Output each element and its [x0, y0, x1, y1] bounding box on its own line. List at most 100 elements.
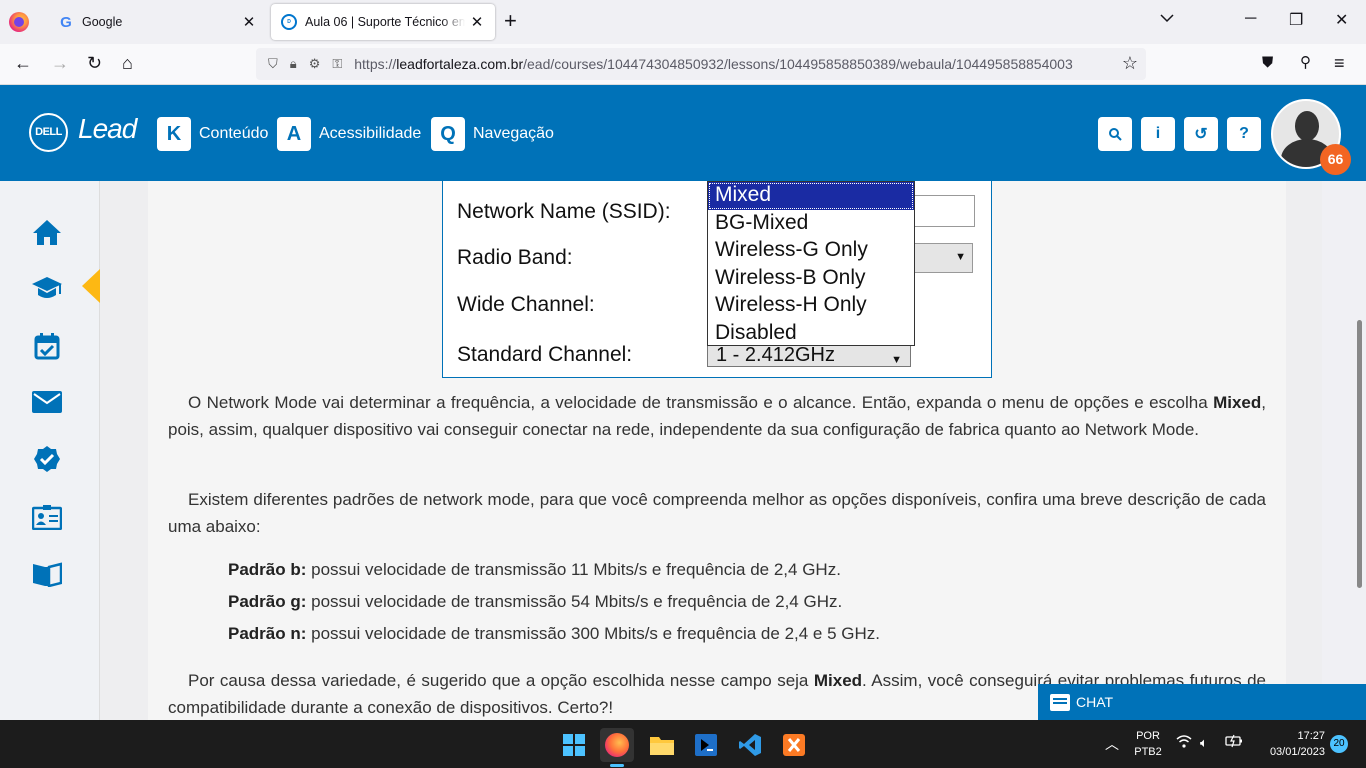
- forward-icon[interactable]: →: [51, 52, 69, 74]
- google-favicon-icon: G: [60, 13, 72, 31]
- calendar-check-icon[interactable]: [31, 330, 63, 362]
- browser-navbar: ← → ↻ ⌂ ⛉ 🔒︎ ⚙ ⚿ https://leadfortaleza.c…: [0, 44, 1366, 85]
- info-icon: i: [1155, 125, 1161, 142]
- dropdown-option: BG-Mixed: [715, 210, 809, 234]
- network-mode-dropdown: Mixed BG-Mixed Wireless-G Only Wireless-…: [707, 181, 915, 346]
- id-card-icon[interactable]: [31, 501, 63, 533]
- url-bar[interactable]: ⛉ 🔒︎ ⚙ ⚿ https://leadfortaleza.com.br/ea…: [256, 48, 1146, 80]
- undo-icon: ↺: [1194, 126, 1208, 143]
- dell-favicon-icon: D: [281, 14, 297, 30]
- notification-badge: 66: [1320, 144, 1351, 175]
- volume-icon[interactable]: 🔈︎: [1200, 735, 1208, 751]
- graduation-cap-icon[interactable]: [31, 272, 63, 304]
- list-item: Padrão n: possui velocidade de transmiss…: [228, 624, 880, 643]
- menu-label: Acessibilidade: [319, 125, 422, 142]
- ssid-input: [913, 195, 975, 227]
- page-scrollbar[interactable]: [1357, 320, 1362, 588]
- shield-icon[interactable]: ⛉: [268, 56, 278, 72]
- clock-time[interactable]: 17:27: [1255, 730, 1325, 742]
- extensions-icon[interactable]: ⚲: [1300, 52, 1311, 74]
- dropdown-option: Disabled: [715, 320, 797, 344]
- dell-logo[interactable]: DELL: [29, 113, 68, 152]
- dropdown-option: Mixed: [708, 182, 914, 210]
- xampp-icon[interactable]: [777, 728, 811, 762]
- menu-navegacao[interactable]: Q Navegação: [431, 117, 554, 151]
- pocket-icon[interactable]: ⛊: [1262, 52, 1273, 74]
- browser-tabstrip: G Google ✕ D Aula 06 | Suporte Técnico e…: [0, 0, 1366, 44]
- reload-icon[interactable]: ↻: [87, 52, 102, 74]
- back-icon[interactable]: ←: [14, 52, 32, 74]
- menu-label: Navegação: [473, 125, 554, 142]
- close-window-icon[interactable]: ✕: [1335, 10, 1348, 30]
- vscode-icon[interactable]: [733, 728, 767, 762]
- lead-logo[interactable]: Lead: [78, 113, 137, 145]
- chat-label: CHAT: [1076, 694, 1114, 710]
- shortcut-key: A: [277, 117, 311, 151]
- minimize-icon[interactable]: ─: [1245, 10, 1256, 28]
- radio-band-select: [909, 243, 973, 273]
- bookmark-star-icon[interactable]: ☆: [1122, 53, 1138, 74]
- help-icon: ?: [1239, 125, 1249, 142]
- tab-title: Aula 06 | Suporte Técnico em Te: [305, 15, 465, 29]
- dropdown-option: Wireless-B Only: [715, 265, 866, 289]
- search-icon: [1109, 128, 1122, 141]
- tab-title: Google: [82, 15, 123, 29]
- help-button[interactable]: ?: [1227, 117, 1261, 151]
- file-explorer-icon[interactable]: [645, 728, 679, 762]
- firefox-menu-icon[interactable]: [9, 12, 29, 32]
- list-all-tabs-icon[interactable]: [1160, 10, 1174, 28]
- app-header: DELL Lead K Conteúdo A Acessibilidade Q …: [0, 85, 1366, 181]
- menu-acessibilidade[interactable]: A Acessibilidade: [277, 117, 421, 151]
- paragraph-network-mode: O Network Mode vai determinar a frequênc…: [168, 393, 1266, 439]
- hamburger-menu-icon[interactable]: ≡: [1334, 52, 1345, 74]
- permissions-icon[interactable]: ⚙: [309, 56, 321, 72]
- key-icon[interactable]: ⚿: [332, 56, 342, 72]
- home-browser-icon[interactable]: ⌂: [122, 52, 133, 74]
- list-item: Padrão b: possui velocidade de transmiss…: [228, 560, 841, 579]
- input-language-layout[interactable]: PTB2: [1134, 746, 1162, 758]
- dropdown-option: Wireless-G Only: [715, 238, 868, 261]
- chat-icon: [1050, 693, 1070, 711]
- close-tab-icon[interactable]: ✕: [237, 13, 261, 31]
- restore-icon[interactable]: ❐: [1289, 10, 1303, 30]
- wide-channel-label: Wide Channel:: [457, 293, 595, 316]
- menu-conteudo[interactable]: K Conteúdo: [157, 117, 268, 151]
- battery-icon[interactable]: [1225, 734, 1243, 751]
- input-language-lang[interactable]: POR: [1134, 730, 1162, 742]
- info-button[interactable]: i: [1141, 117, 1175, 151]
- paragraph-standards-intro: Existem diferentes padrões de network mo…: [168, 490, 1266, 536]
- url-text[interactable]: https://leadfortaleza.com.br/ead/courses…: [354, 56, 1072, 72]
- list-item: Padrão g: possui velocidade de transmiss…: [228, 592, 843, 611]
- search-button[interactable]: [1098, 117, 1132, 151]
- left-sidebar: [0, 181, 100, 720]
- show-hidden-icons-icon[interactable]: ︿: [1105, 734, 1119, 754]
- active-item-indicator: [82, 269, 100, 303]
- undo-button[interactable]: ↺: [1184, 117, 1218, 151]
- windows-taskbar: ︿ POR PTB2 🔈︎ 17:27 03/01/2023: [0, 720, 1366, 768]
- book-open-icon[interactable]: [31, 558, 63, 590]
- chat-button[interactable]: CHAT: [1038, 684, 1366, 720]
- terminal-app-icon[interactable]: [689, 728, 723, 762]
- shortcut-key: Q: [431, 117, 465, 151]
- tab-google[interactable]: G Google ✕: [46, 4, 267, 40]
- firefox-icon[interactable]: [600, 728, 634, 762]
- home-icon[interactable]: [31, 216, 63, 248]
- lock-icon[interactable]: 🔒︎: [290, 56, 297, 72]
- verified-badge-icon[interactable]: [31, 443, 63, 475]
- ssid-label: Network Name (SSID):: [457, 200, 671, 223]
- shortcut-key: K: [157, 117, 191, 151]
- lesson-content: Network Name (SSID): Radio Band: Wide Ch…: [148, 181, 1286, 720]
- standard-channel-label: Standard Channel:: [457, 343, 633, 366]
- tab-aula-06[interactable]: D Aula 06 | Suporte Técnico em Te ✕: [271, 4, 495, 40]
- router-settings-image: Network Name (SSID): Radio Band: Wide Ch…: [442, 181, 992, 378]
- close-tab-icon[interactable]: ✕: [465, 13, 489, 31]
- dropdown-option: Wireless-H Only: [715, 293, 867, 316]
- new-tab-icon[interactable]: +: [504, 10, 517, 32]
- clock-date[interactable]: 03/01/2023: [1250, 746, 1325, 758]
- wifi-icon[interactable]: [1176, 735, 1192, 751]
- menu-label: Conteúdo: [199, 125, 269, 142]
- windows-start-icon[interactable]: [557, 728, 591, 762]
- radio-band-label: Radio Band:: [457, 246, 573, 269]
- notification-count[interactable]: 20: [1330, 735, 1348, 753]
- mail-icon[interactable]: [31, 386, 63, 418]
